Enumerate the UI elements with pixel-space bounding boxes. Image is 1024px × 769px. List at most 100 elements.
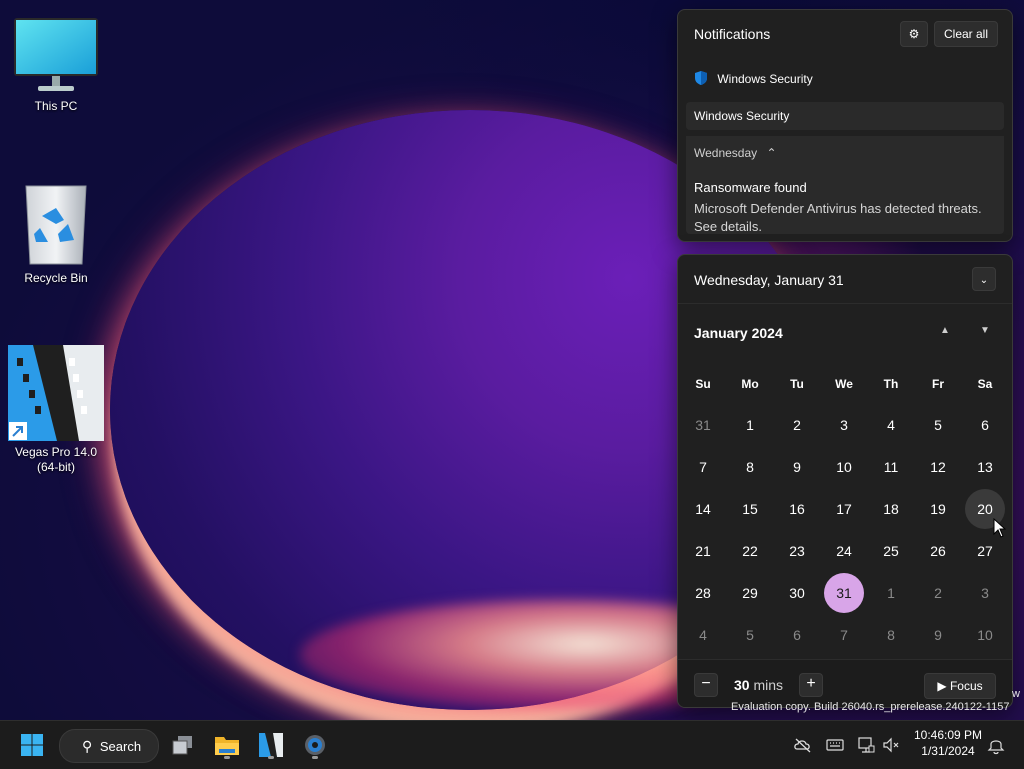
calendar-day[interactable]: 9: [777, 447, 817, 487]
calendar-day[interactable]: 30: [777, 573, 817, 613]
calendar-day[interactable]: 16: [777, 489, 817, 529]
triangle-up-icon: ▲: [940, 325, 950, 336]
recycle-bin-icon: [25, 185, 87, 265]
triangle-down-icon: ▼: [980, 325, 990, 336]
calendar-day[interactable]: 22: [730, 531, 770, 571]
vegas-pro-taskbar-button[interactable]: [255, 729, 287, 761]
previous-month-button[interactable]: ▲: [940, 325, 950, 336]
calendar-flyout: Wednesday, January 31 ⌄ January 2024 ▲ ▼…: [677, 254, 1013, 708]
calendar-day[interactable]: 25: [871, 531, 911, 571]
calendar-day[interactable]: 6: [777, 615, 817, 655]
focus-minutes: 30: [734, 677, 750, 693]
start-button[interactable]: [16, 729, 48, 761]
search-icon: ⚲: [82, 738, 93, 754]
day-label: Wednesday: [694, 146, 758, 160]
calendar-day[interactable]: 5: [918, 405, 958, 445]
calendar-day[interactable]: 31: [683, 405, 723, 445]
calendar-day[interactable]: 4: [683, 615, 723, 655]
calendar-day[interactable]: 4: [871, 405, 911, 445]
calendar-day[interactable]: 9: [918, 615, 958, 655]
increase-minutes-button[interactable]: +: [799, 673, 823, 697]
taskbar-clock[interactable]: 10:46:09 PM 1/31/2024: [907, 727, 989, 759]
calendar-day[interactable]: 19: [918, 489, 958, 529]
calendar-day[interactable]: 23: [777, 531, 817, 571]
notification-day[interactable]: Wednesday ⌃: [694, 146, 777, 160]
calendar-day[interactable]: 8: [871, 615, 911, 655]
decrease-minutes-button[interactable]: −: [694, 673, 718, 697]
clear-all-button[interactable]: Clear all: [934, 21, 998, 47]
calendar-day[interactable]: 8: [730, 447, 770, 487]
calendar-day[interactable]: 29: [730, 573, 770, 613]
calendar-day[interactable]: 28: [683, 573, 723, 613]
desktop-icon-vegas-pro[interactable]: Vegas Pro 14.0 (64-bit): [6, 344, 106, 475]
calendar-day[interactable]: 7: [824, 615, 864, 655]
shield-icon: [695, 71, 707, 85]
taskbar-search[interactable]: ⚲ Search: [59, 729, 159, 763]
plus-icon: +: [806, 675, 816, 692]
notification-app-header[interactable]: Windows Security: [694, 70, 813, 86]
calendar-day[interactable]: 10: [824, 447, 864, 487]
calendar-day[interactable]: 6: [965, 405, 1005, 445]
mouse-cursor-icon: [993, 518, 1007, 538]
desktop-icon-label: Vegas Pro 14.0 (64-bit): [14, 445, 98, 474]
taskbar: ⚲ Search 10:46:09 PM 1/31/2024: [0, 720, 1024, 769]
calendar-day[interactable]: 1: [730, 405, 770, 445]
notification-group[interactable]: Windows Security: [686, 102, 1004, 130]
calendar-day[interactable]: 12: [918, 447, 958, 487]
onedrive-tray-icon[interactable]: [793, 735, 813, 755]
calendar-day[interactable]: 18: [871, 489, 911, 529]
running-indicator: [268, 756, 274, 759]
running-indicator: [224, 756, 230, 759]
notifications-title: Notifications: [694, 26, 771, 42]
group-title: Windows Security: [694, 109, 790, 123]
next-month-button[interactable]: ▼: [980, 325, 990, 336]
volume-tray-icon[interactable]: [881, 735, 901, 755]
focus-settings-button[interactable]: ⚙: [900, 21, 928, 47]
calendar-day[interactable]: 14: [683, 489, 723, 529]
search-label: Search: [99, 739, 142, 754]
clock-date: 1/31/2024: [921, 744, 975, 758]
calendar-day[interactable]: 10: [965, 615, 1005, 655]
monitor-icon: [14, 18, 98, 91]
settings-taskbar-button[interactable]: [299, 729, 331, 761]
desktop-icon-recycle-bin[interactable]: Recycle Bin: [6, 180, 106, 286]
file-explorer-button[interactable]: [211, 729, 243, 761]
collapse-calendar-button[interactable]: ⌄: [972, 267, 996, 291]
chevron-down-icon: ⌄: [979, 275, 989, 286]
notification-tray-button[interactable]: [986, 735, 1006, 755]
calendar-day[interactable]: 11: [871, 447, 911, 487]
focus-unit: mins: [753, 677, 784, 693]
notification-title: Ransomware found: [694, 180, 807, 195]
calendar-day[interactable]: 5: [730, 615, 770, 655]
calendar-day[interactable]: 2: [777, 405, 817, 445]
month-label[interactable]: January 2024: [694, 325, 783, 341]
focus-button-label: Focus: [949, 679, 983, 693]
calendar-day[interactable]: 15: [730, 489, 770, 529]
calendar-day[interactable]: 21: [683, 531, 723, 571]
calendar-day[interactable]: 31: [824, 573, 864, 613]
calendar-day[interactable]: 2: [918, 573, 958, 613]
calendar-day[interactable]: 24: [824, 531, 864, 571]
notification-card[interactable]: Wednesday ⌃ Ransomware found Microsoft D…: [686, 136, 1004, 234]
calendar-day[interactable]: 3: [824, 405, 864, 445]
desktop-icon-label: This PC: [34, 99, 78, 113]
volume-muted-icon: [883, 737, 899, 753]
calendar-day[interactable]: 26: [918, 531, 958, 571]
minus-icon: −: [701, 675, 711, 692]
task-view-button[interactable]: [167, 729, 199, 761]
calendar-day[interactable]: 7: [683, 447, 723, 487]
weekday-label: We: [835, 377, 853, 391]
network-tray-icon[interactable]: [856, 735, 876, 755]
calendar-day[interactable]: 13: [965, 447, 1005, 487]
calendar-day[interactable]: 3: [965, 573, 1005, 613]
calendar-day[interactable]: 17: [824, 489, 864, 529]
keyboard-tray-icon[interactable]: [825, 735, 845, 755]
notification-body: Microsoft Defender Antivirus has detecte…: [694, 201, 982, 234]
weekday-label: Fr: [932, 377, 944, 391]
focus-button[interactable]: ▶ Focus: [924, 673, 996, 699]
desktop-icon-this-pc[interactable]: This PC: [6, 16, 106, 114]
running-indicator: [312, 756, 318, 759]
bell-settings-icon: ⚙: [908, 27, 920, 41]
calendar-day[interactable]: 1: [871, 573, 911, 613]
build-watermark-partial: w: [1012, 688, 1020, 700]
